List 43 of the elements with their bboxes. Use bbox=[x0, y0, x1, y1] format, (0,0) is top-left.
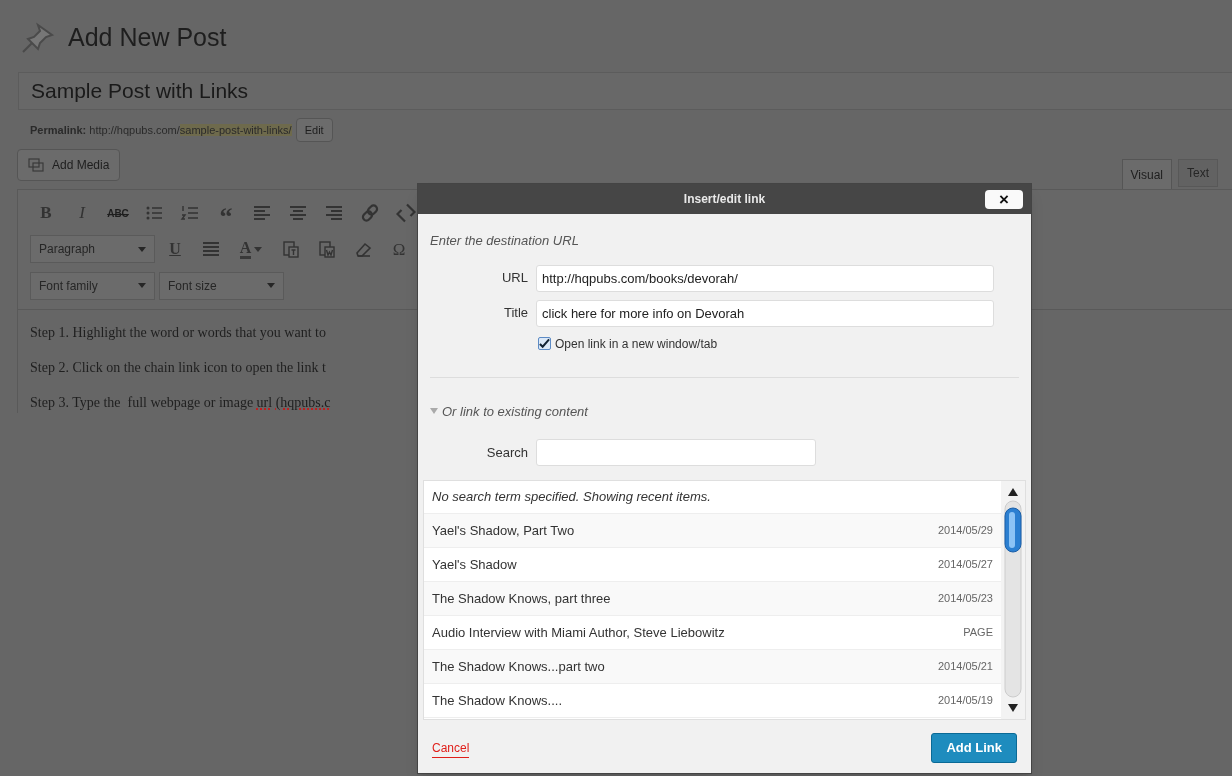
field-label: Title bbox=[502, 304, 528, 323]
caret-icon bbox=[138, 283, 146, 289]
quote-button[interactable]: “ bbox=[210, 199, 242, 228]
close-button[interactable]: × bbox=[985, 190, 1023, 209]
editor-tab[interactable]: Visual bbox=[1121, 159, 1172, 189]
chain-link-icon bbox=[360, 203, 380, 224]
title-field[interactable]: click here for more info on Devorah bbox=[536, 299, 994, 327]
format-dropdown[interactable]: Paragraph bbox=[30, 235, 155, 264]
result-item[interactable]: The Shadow Knows, part three 2014/05/23 bbox=[424, 582, 1001, 616]
paragraph: Step 2. Click on the chain link icon to open the link t bbox=[30, 359, 326, 377]
permalink-text: Permalink: http://hqpubs.com/sample-post-with-links/ bbox=[30, 122, 292, 138]
result-item[interactable]: Yael's Shadow, Part Two 2014/05/29 bbox=[424, 514, 1001, 548]
post-title-field[interactable]: Sample Post with Links bbox=[18, 72, 1232, 110]
search-label: Search bbox=[485, 443, 528, 462]
result-item[interactable]: The Shadow Knows...part two 2014/05/21 bbox=[424, 650, 1001, 684]
triangle-icon bbox=[430, 408, 438, 415]
paragraph: Step 3. Type the full webpage or image url (hqpubs.c bbox=[30, 394, 331, 412]
format-dropdown[interactable]: Font family bbox=[30, 271, 155, 300]
paste-icon bbox=[317, 239, 337, 260]
paste-icon bbox=[281, 239, 301, 260]
caret-icon bbox=[267, 283, 275, 289]
page-heading: Add New Post bbox=[68, 22, 227, 54]
caret-icon bbox=[138, 247, 146, 252]
scrollbar[interactable] bbox=[1001, 481, 1025, 719]
dialog-title: Insert/edit link bbox=[683, 191, 766, 208]
format-dropdown[interactable]: Font size bbox=[159, 271, 284, 300]
editor-tab[interactable]: Text bbox=[1178, 159, 1218, 187]
edit-button[interactable]: Edit bbox=[295, 118, 333, 142]
instruction-text: Enter the destination URL bbox=[430, 232, 580, 250]
cancel-link[interactable]: Cancel bbox=[432, 738, 470, 758]
pushpin-icon bbox=[20, 21, 56, 55]
caret-icon bbox=[254, 247, 263, 252]
url-field[interactable]: http://hqpubs.com/books/devorah/ bbox=[536, 264, 994, 292]
checkbox-label: Open link in a new window/tab bbox=[555, 335, 718, 353]
add-link-button[interactable]: Add Link bbox=[931, 733, 1017, 763]
media-icon bbox=[28, 158, 44, 172]
existing-content-toggle[interactable]: Or link to existing content bbox=[430, 401, 1019, 421]
search-field[interactable] bbox=[536, 439, 816, 466]
paragraph: Step 1. Highlight the word or words that you want to bbox=[30, 324, 326, 342]
strike-button[interactable]: ABC bbox=[102, 199, 134, 228]
add-media-button[interactable]: Add Media bbox=[17, 149, 121, 181]
field-label: URL bbox=[501, 269, 528, 288]
new-window-checkbox[interactable] bbox=[538, 337, 551, 350]
